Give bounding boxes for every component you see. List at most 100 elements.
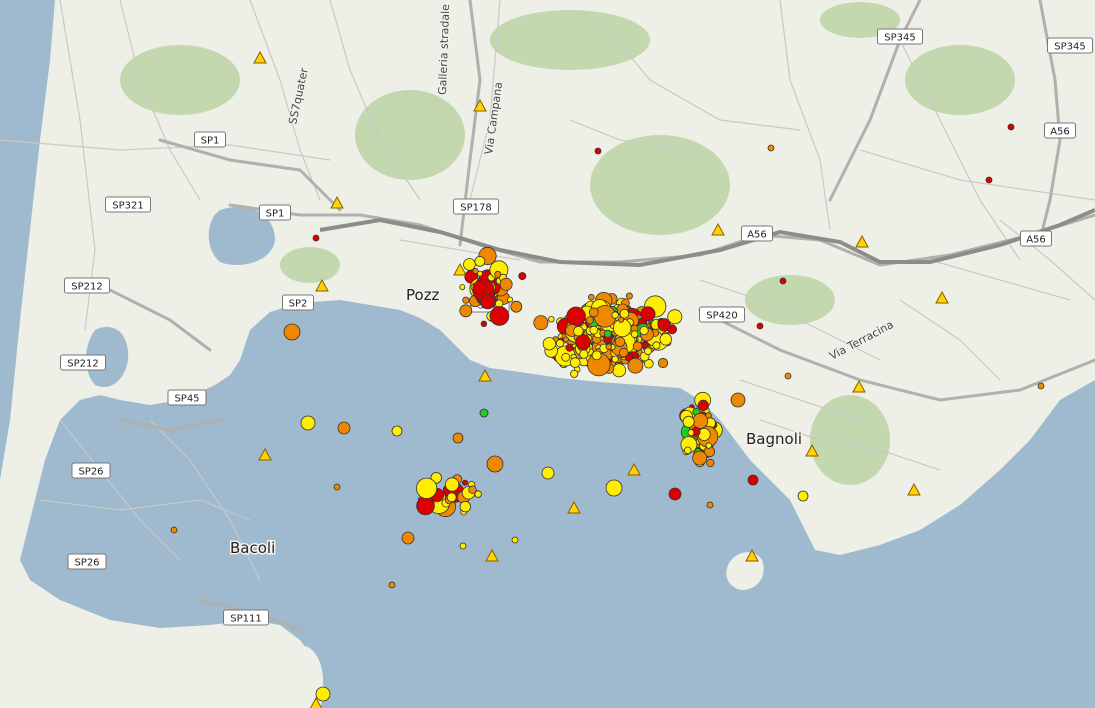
earthquake-marker[interactable] — [472, 280, 487, 295]
earthquake-marker[interactable] — [639, 325, 649, 336]
earthquake-marker[interactable] — [784, 372, 792, 380]
earthquake-marker[interactable] — [585, 316, 594, 325]
earthquake-marker[interactable] — [474, 255, 486, 267]
earthquake-marker[interactable] — [459, 284, 466, 291]
earthquake-marker[interactable] — [605, 343, 612, 350]
earthquake-marker[interactable] — [499, 277, 513, 291]
earthquake-marker[interactable] — [561, 352, 571, 362]
earthquake-marker[interactable] — [687, 429, 695, 437]
earthquake-marker[interactable] — [569, 357, 581, 368]
earthquake-marker[interactable] — [692, 450, 708, 466]
earthquake-marker[interactable] — [548, 316, 555, 323]
earthquake-marker[interactable] — [477, 270, 483, 277]
earthquake-marker[interactable] — [533, 315, 549, 331]
earthquake-marker[interactable] — [459, 500, 472, 513]
earthquake-marker[interactable] — [511, 536, 519, 544]
earthquake-marker[interactable] — [767, 144, 775, 152]
earthquake-marker[interactable] — [566, 306, 586, 327]
earthquake-marker[interactable] — [415, 477, 438, 499]
earthquake-marker[interactable] — [588, 307, 599, 318]
road-shield-sp111: SP111 — [223, 609, 269, 626]
earthquake-marker[interactable] — [573, 325, 584, 337]
earthquake-marker[interactable] — [468, 485, 477, 494]
earthquake-marker[interactable] — [632, 341, 643, 352]
earthquake-marker[interactable] — [706, 501, 714, 509]
earthquake-marker[interactable] — [611, 311, 619, 319]
earthquake-marker[interactable] — [630, 330, 639, 338]
earthquake-marker[interactable] — [575, 334, 591, 351]
earthquake-marker[interactable] — [479, 408, 489, 418]
earthquake-marker[interactable] — [627, 357, 644, 374]
earthquake-marker[interactable] — [594, 147, 602, 155]
earthquake-marker[interactable] — [542, 337, 556, 351]
earthquake-marker[interactable] — [565, 343, 574, 352]
earthquake-marker[interactable] — [625, 292, 633, 300]
earthquake-marker[interactable] — [315, 686, 331, 702]
earthquake-marker[interactable] — [461, 479, 468, 486]
map-canvas[interactable]: Galleria stradale Via Campana SS7quater … — [0, 0, 1095, 708]
earthquake-marker[interactable] — [618, 347, 629, 358]
earthquake-marker[interactable] — [570, 369, 579, 378]
earthquake-marker[interactable] — [333, 483, 341, 491]
earthquake-marker[interactable] — [657, 357, 669, 369]
earthquake-marker[interactable] — [494, 270, 502, 278]
earthquake-marker[interactable] — [797, 490, 809, 502]
earthquake-marker[interactable] — [391, 425, 403, 437]
earthquake-marker[interactable] — [489, 306, 510, 326]
earthquake-marker[interactable] — [640, 306, 656, 322]
earthquake-marker[interactable] — [312, 234, 320, 242]
earthquake-marker[interactable] — [587, 293, 595, 301]
earthquake-marker[interactable] — [170, 526, 178, 534]
earthquake-marker[interactable] — [779, 277, 787, 285]
earthquake-marker[interactable] — [337, 421, 351, 435]
earthquake-marker[interactable] — [283, 323, 301, 341]
earthquake-marker[interactable] — [747, 474, 759, 486]
earthquake-marker[interactable] — [985, 176, 993, 184]
earthquake-marker[interactable] — [730, 392, 746, 408]
earthquake-marker[interactable] — [510, 300, 523, 313]
earthquake-marker[interactable] — [611, 355, 619, 363]
earthquake-marker[interactable] — [617, 316, 625, 323]
earthquake-marker[interactable] — [462, 296, 470, 304]
earthquake-marker[interactable] — [459, 542, 467, 550]
earthquake-marker[interactable] — [644, 347, 652, 356]
earthquake-marker[interactable] — [463, 258, 476, 271]
earthquake-marker[interactable] — [697, 399, 709, 411]
earthquake-marker[interactable] — [603, 329, 612, 338]
earthquake-marker[interactable] — [541, 466, 555, 480]
earthquake-marker[interactable] — [692, 412, 709, 429]
earthquake-marker[interactable] — [1007, 123, 1015, 131]
earthquake-marker[interactable] — [507, 296, 514, 303]
earthquake-marker[interactable] — [756, 322, 764, 330]
earthquake-marker[interactable] — [479, 294, 496, 310]
earthquake-marker[interactable] — [605, 479, 623, 497]
earthquake-marker[interactable] — [705, 442, 712, 449]
earthquake-marker[interactable] — [614, 336, 626, 348]
earthquake-marker[interactable] — [486, 455, 504, 473]
earthquake-marker[interactable] — [667, 309, 683, 325]
earthquake-marker[interactable] — [555, 339, 565, 348]
map-view[interactable]: Galleria stradale Via Campana SS7quater … — [0, 0, 1095, 708]
earthquake-marker[interactable] — [401, 531, 415, 545]
earthquake-marker[interactable] — [591, 350, 602, 361]
earthquake-marker[interactable] — [706, 458, 715, 468]
earthquake-marker[interactable] — [589, 325, 599, 335]
earthquake-marker[interactable] — [452, 432, 464, 444]
earthquake-marker[interactable] — [1037, 382, 1045, 390]
earthquake-marker[interactable] — [682, 415, 695, 428]
earthquake-marker[interactable] — [652, 341, 661, 350]
earthquake-marker[interactable] — [416, 496, 435, 516]
earthquake-marker[interactable] — [444, 477, 460, 492]
earthquake-marker[interactable] — [388, 581, 396, 589]
earthquake-marker[interactable] — [668, 487, 682, 501]
earthquake-marker[interactable] — [480, 320, 488, 327]
earthquake-marker[interactable] — [459, 304, 473, 318]
earthquake-marker[interactable] — [300, 415, 316, 431]
earthquake-marker[interactable] — [446, 492, 457, 503]
earthquake-marker[interactable] — [579, 349, 589, 359]
earthquake-marker[interactable] — [563, 336, 569, 343]
earthquake-marker[interactable] — [683, 446, 692, 455]
earthquake-marker[interactable] — [518, 272, 527, 281]
svg-text:SP111: SP111 — [230, 614, 261, 625]
earthquake-marker[interactable] — [659, 333, 673, 346]
